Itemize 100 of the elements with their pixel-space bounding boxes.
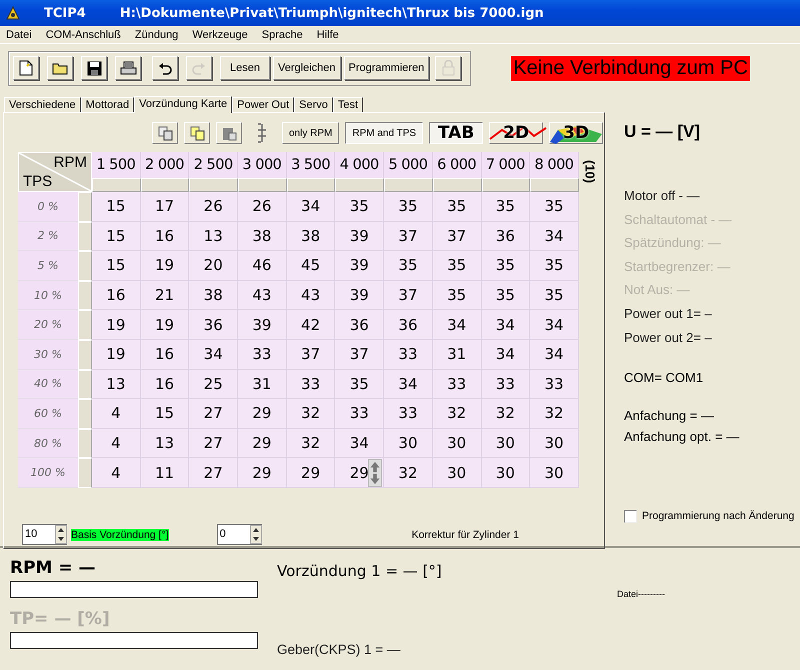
table-cell[interactable]: 33	[384, 340, 433, 370]
table-cell[interactable]: 27	[189, 458, 238, 488]
table-cell[interactable]: 15	[92, 222, 141, 252]
table-cell[interactable]: 30	[384, 428, 433, 458]
table-cell[interactable]: 29	[238, 399, 287, 429]
table-cell[interactable]: 19	[140, 310, 190, 340]
table-cell[interactable]: 34	[335, 428, 384, 458]
table-cell[interactable]: 36	[384, 310, 433, 340]
table-cell[interactable]: 35	[384, 192, 433, 222]
number-field[interactable]: 10	[22, 524, 67, 546]
table-cell[interactable]: 33	[286, 370, 336, 400]
table-cell[interactable]: 16	[140, 340, 190, 370]
tab[interactable]: Vorzündung Karte	[134, 96, 232, 113]
table-cell[interactable]: 34	[530, 222, 579, 252]
table-cell[interactable]: 34	[286, 192, 336, 222]
row-selector[interactable]	[78, 310, 92, 340]
table-cell[interactable]: 35	[482, 280, 530, 310]
table-cell[interactable]: 13	[189, 222, 238, 252]
table-cell[interactable]: 30	[432, 428, 482, 458]
save-button[interactable]	[81, 56, 107, 80]
table-cell[interactable]: 29	[238, 428, 287, 458]
menu-item[interactable]: Sprache	[262, 28, 303, 40]
table-cell[interactable]: 32	[432, 399, 482, 429]
table-cell[interactable]: 34	[530, 310, 579, 340]
table-cell[interactable]: 35	[432, 280, 482, 310]
table-cell[interactable]: 32	[286, 428, 336, 458]
table-cell[interactable]: 33	[335, 399, 384, 429]
table-cell[interactable]: 29	[238, 458, 287, 488]
tab[interactable]: Mottorad	[80, 97, 134, 112]
table-cell[interactable]: 39	[335, 280, 384, 310]
spin-arrows-icon[interactable]	[250, 525, 262, 544]
table-cell[interactable]: 30	[482, 458, 530, 488]
undo-button[interactable]	[152, 56, 178, 80]
table-cell[interactable]: 20	[189, 251, 238, 281]
row-selector[interactable]	[78, 340, 92, 370]
table-cell[interactable]: 30	[482, 428, 530, 458]
table-cell[interactable]: 35	[482, 251, 530, 281]
table-cell[interactable]: 31	[432, 340, 482, 370]
table-cell[interactable]: 39	[335, 222, 384, 252]
table-cell[interactable]: 21	[140, 280, 190, 310]
table-cell[interactable]: 26	[189, 192, 238, 222]
table-cell[interactable]: 13	[140, 428, 190, 458]
table-cell[interactable]: 30	[432, 458, 482, 488]
table-cell[interactable]: 31	[238, 370, 287, 400]
table-cell[interactable]: 17	[140, 192, 190, 222]
table-cell[interactable]: 32	[384, 458, 433, 488]
table-cell[interactable]: 35	[530, 192, 579, 222]
table-cell[interactable]: 11	[140, 458, 190, 488]
spin-arrows-icon[interactable]	[55, 525, 67, 544]
table-cell[interactable]: 15	[92, 251, 141, 281]
table-cell[interactable]: 45	[286, 251, 336, 281]
menu-item[interactable]: COM-Anschluß	[46, 28, 121, 40]
table-cell[interactable]: 35	[432, 251, 482, 281]
table-cell[interactable]: 4	[92, 399, 141, 429]
row-selector[interactable]	[78, 370, 92, 400]
table-cell[interactable]: 35	[335, 192, 384, 222]
table-cell[interactable]: 37	[335, 340, 384, 370]
copy-button[interactable]	[152, 122, 178, 144]
table-cell[interactable]: 16	[140, 222, 190, 252]
table-cell[interactable]: 35	[482, 192, 530, 222]
table-cell[interactable]: 13	[92, 370, 141, 400]
table-cell[interactable]: 34	[482, 310, 530, 340]
table-cell[interactable]: 33	[530, 370, 579, 400]
table-cell[interactable]: 37	[384, 222, 433, 252]
row-selector[interactable]	[78, 222, 92, 252]
table-cell[interactable]: 39	[238, 310, 287, 340]
table-cell[interactable]: 38	[238, 222, 287, 252]
table-cell[interactable]: 29	[286, 458, 336, 488]
table-cell[interactable]: 32	[482, 399, 530, 429]
table-cell[interactable]: 34	[384, 370, 433, 400]
table-cell[interactable]: 38	[286, 222, 336, 252]
table-cell[interactable]: 37	[432, 222, 482, 252]
table-cell[interactable]: 27	[189, 399, 238, 429]
toolbar-button[interactable]: Vergleichen	[273, 56, 340, 80]
table-cell[interactable]: 37	[286, 340, 336, 370]
toolbar-button[interactable]: Lesen	[220, 56, 270, 80]
table-cell[interactable]: 33	[482, 370, 530, 400]
table-cell[interactable]: 46	[238, 251, 287, 281]
table-cell[interactable]: 19	[140, 251, 190, 281]
row-selector[interactable]	[78, 458, 92, 488]
cell-spinner[interactable]	[368, 459, 382, 488]
table-cell[interactable]: 15	[140, 399, 190, 429]
table-cell[interactable]: 16	[140, 370, 190, 400]
table-cell[interactable]: 43	[286, 280, 336, 310]
table-cell[interactable]: 37	[384, 280, 433, 310]
table-cell[interactable]: 19	[92, 310, 141, 340]
tab[interactable]: Power Out	[232, 97, 294, 112]
column-split-icon[interactable]	[256, 122, 268, 144]
menu-item[interactable]: Werkzeuge	[192, 28, 248, 40]
row-selector[interactable]	[78, 192, 92, 222]
tab[interactable]: Servo	[294, 97, 333, 112]
table-cell[interactable]: 35	[530, 280, 579, 310]
menu-item[interactable]: Zündung	[134, 28, 178, 40]
row-selector[interactable]	[78, 280, 92, 310]
table-cell[interactable]: 34	[189, 340, 238, 370]
table-cell[interactable]: 32	[530, 399, 579, 429]
table-cell[interactable]: 4	[92, 428, 141, 458]
print-button[interactable]	[115, 56, 141, 80]
table-cell[interactable]: 4	[92, 458, 141, 488]
table-cell[interactable]: 19	[92, 340, 141, 370]
